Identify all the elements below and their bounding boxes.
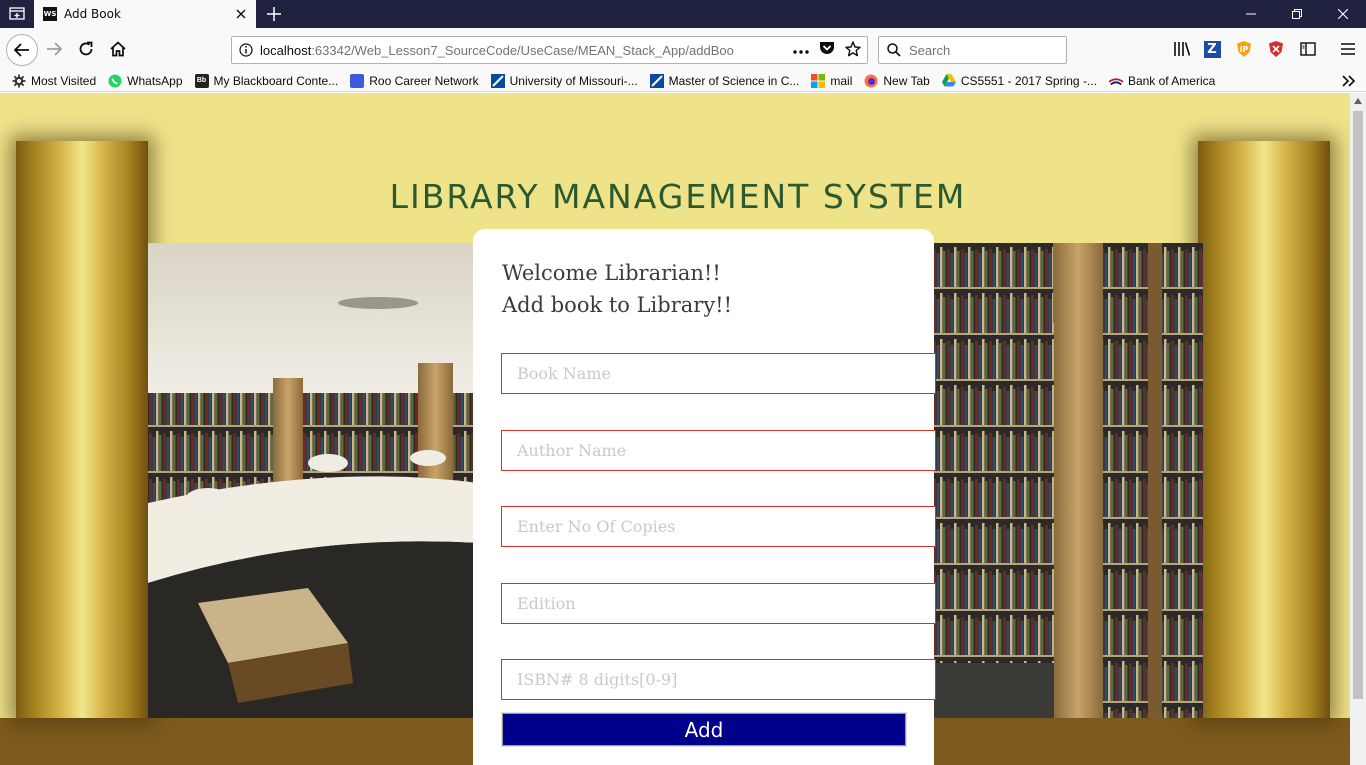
bookmark-label: Roo Career Network bbox=[369, 73, 479, 88]
bookmark-label: Master of Science in C... bbox=[668, 73, 800, 88]
page-actions-icon[interactable] bbox=[793, 43, 809, 57]
close-window-button[interactable] bbox=[1320, 0, 1366, 28]
back-button[interactable] bbox=[6, 34, 38, 66]
bookmark-label: CS5551 - 2017 Spring -... bbox=[960, 73, 1097, 88]
umkc-icon bbox=[649, 73, 664, 88]
copies-input[interactable] bbox=[501, 506, 936, 547]
minimize-button[interactable] bbox=[1228, 0, 1274, 28]
decorative-pillar-left bbox=[16, 141, 148, 718]
microsoft-icon bbox=[811, 73, 826, 88]
bookmark-bank-of-america[interactable]: Bank of America bbox=[1108, 71, 1216, 91]
chevron-double-right-icon[interactable] bbox=[1340, 72, 1358, 90]
bofa-icon bbox=[1108, 74, 1123, 88]
bookmark-cs5551[interactable]: CS5551 - 2017 Spring -... bbox=[941, 71, 1097, 91]
library-icon[interactable] bbox=[1170, 37, 1194, 61]
whatsapp-icon bbox=[108, 74, 122, 88]
bookmarks-toolbar: Most Visited WhatsApp Bb My Blackboard C… bbox=[0, 70, 1366, 92]
url-bar[interactable]: localhost:63342/Web_Lesson7_SourceCode/U… bbox=[231, 36, 868, 64]
svg-text:iP: iP bbox=[1240, 45, 1249, 54]
bookmark-label: My Blackboard Conte... bbox=[213, 73, 339, 88]
google-drive-icon bbox=[941, 74, 956, 88]
search-bar[interactable] bbox=[878, 36, 1067, 64]
scrollbar-thumb[interactable] bbox=[1353, 111, 1363, 699]
url-path: :63342/Web_Lesson7_SourceCode/UseCase/ME… bbox=[311, 42, 734, 58]
bookmark-new-tab[interactable]: New Tab bbox=[864, 71, 930, 91]
umkc-icon bbox=[490, 73, 505, 88]
tab-title: Add Book bbox=[64, 7, 121, 21]
tab-strip: WS Add Book bbox=[0, 0, 1366, 28]
bookmark-label: WhatsApp bbox=[127, 73, 183, 88]
close-tab-icon[interactable] bbox=[230, 3, 252, 25]
site-title: LIBRARY MANAGEMENT SYSTEM bbox=[389, 177, 967, 216]
url-text[interactable]: localhost:63342/Web_Lesson7_SourceCode/U… bbox=[260, 43, 760, 58]
gear-icon bbox=[12, 74, 26, 88]
page-viewport: LIBRARY MANAGEMENT SYSTEM Welcome Librar… bbox=[0, 93, 1350, 765]
page-scrollbar[interactable] bbox=[1350, 93, 1366, 765]
add-book-form-card: Welcome Librarian!! Add book to Library!… bbox=[473, 229, 936, 765]
zotero-icon[interactable]: Z bbox=[1200, 37, 1224, 61]
bookmark-label: mail bbox=[830, 73, 853, 88]
navigation-toolbar: localhost:63342/Web_Lesson7_SourceCode/U… bbox=[0, 28, 1366, 70]
home-button[interactable] bbox=[104, 35, 132, 63]
url-host: localhost bbox=[260, 42, 312, 58]
bookmark-label: University of Missouri-... bbox=[509, 73, 638, 88]
bookmark-most-visited[interactable]: Most Visited bbox=[12, 71, 96, 91]
webstorm-favicon-icon: WS bbox=[43, 7, 57, 21]
bookmark-mail[interactable]: mail bbox=[811, 71, 852, 91]
bookmark-blackboard[interactable]: Bb My Blackboard Conte... bbox=[194, 71, 339, 91]
welcome-heading: Welcome Librarian!! bbox=[502, 261, 721, 285]
roo-icon bbox=[350, 73, 365, 88]
blackboard-icon: Bb bbox=[194, 73, 209, 88]
menu-icon[interactable] bbox=[1336, 37, 1360, 61]
firefox-icon bbox=[864, 74, 878, 88]
sidebar-icon[interactable] bbox=[1296, 37, 1320, 61]
isbn-input[interactable] bbox=[501, 659, 936, 700]
tab-add-book[interactable]: WS Add Book bbox=[34, 0, 256, 28]
forward-button[interactable] bbox=[40, 35, 68, 63]
restore-button[interactable] bbox=[1274, 0, 1320, 28]
reload-button[interactable] bbox=[72, 35, 100, 63]
add-button[interactable]: Add bbox=[501, 712, 907, 747]
author-name-input[interactable] bbox=[501, 430, 936, 471]
bookmark-umkc[interactable]: University of Missouri-... bbox=[490, 71, 638, 91]
brave-shield-icon[interactable]: iP bbox=[1232, 37, 1256, 61]
pocket-icon[interactable] bbox=[819, 41, 835, 59]
bookmark-label: Most Visited bbox=[31, 73, 97, 88]
bookmark-roo-career[interactable]: Roo Career Network bbox=[350, 71, 479, 91]
new-tab-button[interactable] bbox=[262, 2, 286, 26]
bookmark-label: Bank of America bbox=[1127, 73, 1216, 88]
bookmark-master-science[interactable]: Master of Science in C... bbox=[649, 71, 800, 91]
book-name-input[interactable] bbox=[501, 353, 936, 394]
form-heading: Welcome Librarian!! Add book to Library!… bbox=[502, 257, 732, 321]
tab-list-icon[interactable] bbox=[0, 0, 34, 28]
adblock-shield-icon[interactable] bbox=[1264, 37, 1288, 61]
search-icon bbox=[879, 43, 909, 57]
bookmark-label: New Tab bbox=[883, 73, 930, 88]
scroll-up-arrow-icon[interactable] bbox=[1350, 93, 1366, 109]
bookmark-star-icon[interactable] bbox=[845, 40, 861, 60]
edition-input[interactable] bbox=[501, 583, 936, 624]
search-input[interactable] bbox=[909, 42, 1059, 58]
bookmark-whatsapp[interactable]: WhatsApp bbox=[108, 71, 183, 91]
decorative-pillar-right bbox=[1198, 141, 1330, 718]
site-info-icon[interactable] bbox=[232, 43, 260, 57]
add-book-heading: Add book to Library!! bbox=[502, 293, 733, 317]
